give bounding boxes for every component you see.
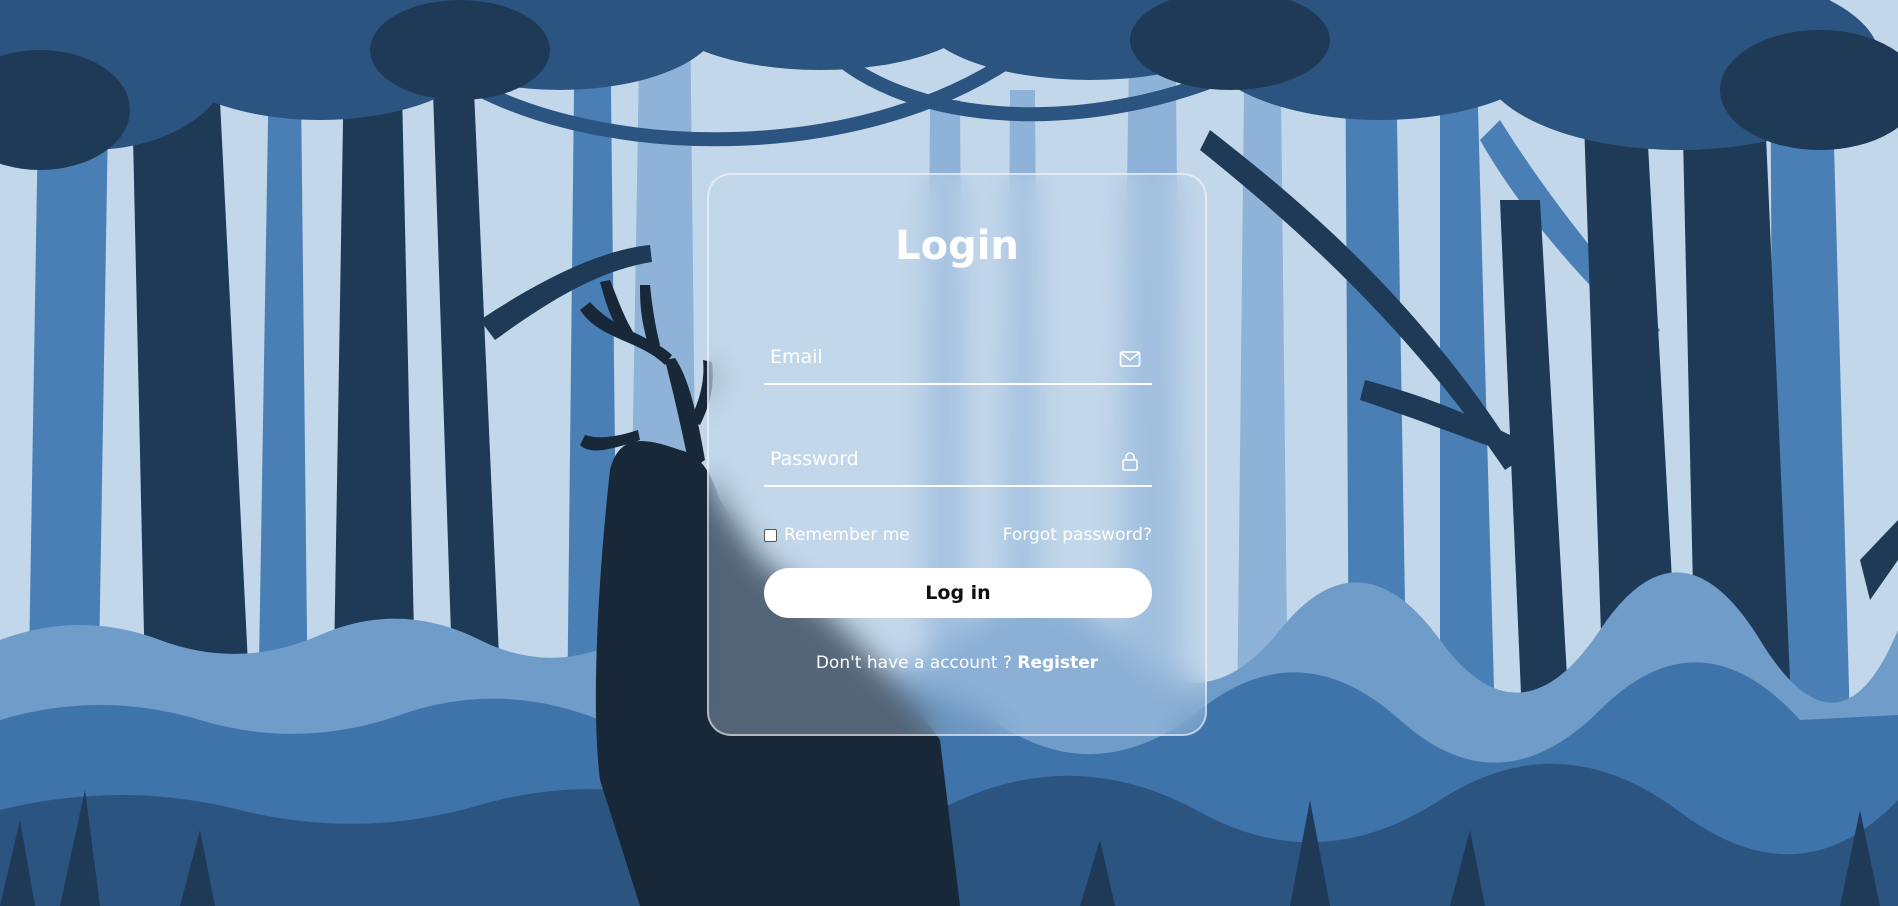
forgot-password-link[interactable]: Forgot password? (1003, 525, 1152, 545)
password-input[interactable] (764, 435, 1110, 483)
email-field-container (764, 333, 1152, 385)
email-input[interactable] (764, 333, 1110, 381)
register-link[interactable]: Register (1017, 653, 1098, 673)
password-field-container (764, 435, 1152, 487)
login-options: Remember me Forgot password? (764, 525, 1152, 551)
login-card: Login Remember me Forgot password? Log i… (707, 173, 1207, 736)
login-button[interactable]: Log in (764, 568, 1152, 618)
lock-icon (1122, 452, 1138, 471)
login-title: Login (895, 223, 1019, 269)
register-prompt: Don't have a account ? Register (709, 653, 1205, 673)
remember-me-checkbox[interactable] (764, 528, 777, 542)
remember-me[interactable]: Remember me (764, 525, 910, 545)
remember-me-label: Remember me (784, 525, 910, 545)
login-page: Login Remember me Forgot password? Log i… (0, 0, 1898, 906)
register-prompt-text: Don't have a account ? (815, 653, 1012, 673)
envelope-icon (1119, 351, 1141, 367)
